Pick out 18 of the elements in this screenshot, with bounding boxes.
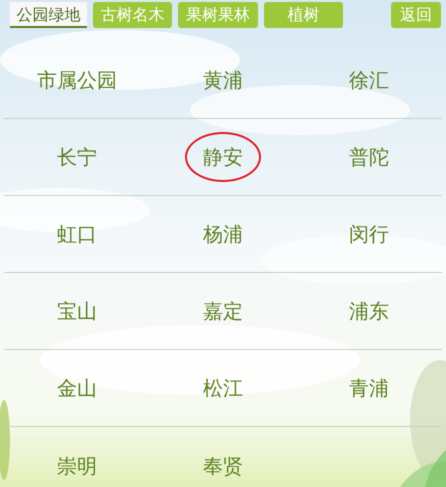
district-link[interactable]: 长宁 bbox=[41, 134, 113, 180]
district-link[interactable]: 杨浦 bbox=[187, 211, 259, 257]
district-link[interactable]: 松江 bbox=[187, 365, 259, 411]
district-link[interactable]: 普陀 bbox=[333, 134, 405, 180]
district-link[interactable]: 奉贤 bbox=[187, 442, 259, 487]
district-link[interactable]: 静安 bbox=[185, 132, 261, 182]
district-link[interactable]: 崇明 bbox=[41, 442, 113, 487]
district-link[interactable]: 闵行 bbox=[333, 211, 405, 257]
district-link[interactable]: 浦东 bbox=[333, 288, 405, 334]
district-link[interactable]: 虹口 bbox=[41, 211, 113, 257]
district-link[interactable]: 市属公园 bbox=[21, 57, 133, 103]
district-link[interactable]: 宝山 bbox=[41, 288, 113, 334]
district-link[interactable]: 金山 bbox=[41, 365, 113, 411]
district-link[interactable]: 徐汇 bbox=[333, 57, 405, 103]
district-link[interactable]: 嘉定 bbox=[187, 288, 259, 334]
tab[interactable]: 公园绿地 bbox=[10, 2, 87, 28]
district-link[interactable]: 青浦 bbox=[333, 365, 405, 411]
district-link[interactable]: 黄浦 bbox=[187, 57, 259, 103]
